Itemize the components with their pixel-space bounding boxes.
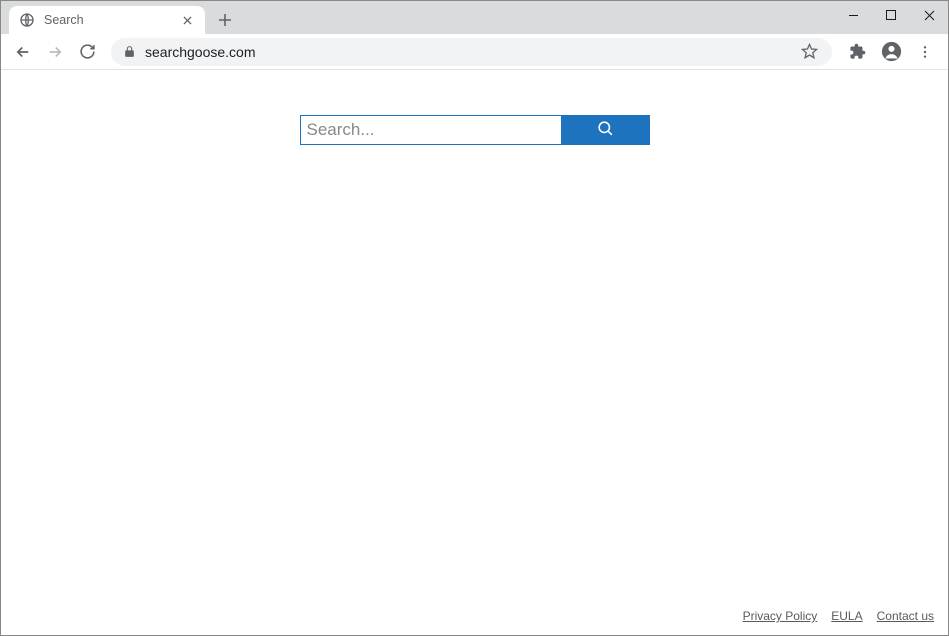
- reload-button[interactable]: [73, 38, 101, 66]
- new-tab-button[interactable]: [211, 6, 239, 34]
- address-bar[interactable]: searchgoose.com: [111, 38, 832, 66]
- window-controls: [834, 1, 948, 29]
- maximize-button[interactable]: [872, 1, 910, 29]
- search-input[interactable]: [300, 115, 562, 145]
- globe-icon: [19, 12, 35, 28]
- url-text: searchgoose.com: [145, 44, 790, 60]
- search-container: [300, 115, 650, 145]
- profile-button[interactable]: [876, 37, 906, 67]
- contact-link[interactable]: Contact us: [877, 609, 934, 623]
- close-window-button[interactable]: [910, 1, 948, 29]
- lock-icon: [123, 45, 137, 59]
- browser-tab[interactable]: Search: [9, 6, 205, 34]
- eula-link[interactable]: EULA: [831, 609, 862, 623]
- minimize-button[interactable]: [834, 1, 872, 29]
- bookmark-star-button[interactable]: [798, 41, 820, 63]
- tab-title: Search: [44, 13, 170, 27]
- back-button[interactable]: [9, 38, 37, 66]
- search-button[interactable]: [562, 115, 650, 145]
- extensions-button[interactable]: [842, 37, 872, 67]
- tab-close-button[interactable]: [179, 12, 195, 28]
- page-content: Privacy Policy EULA Contact us: [1, 70, 948, 635]
- privacy-policy-link[interactable]: Privacy Policy: [743, 609, 818, 623]
- browser-toolbar: searchgoose.com: [1, 34, 948, 70]
- forward-button[interactable]: [41, 38, 69, 66]
- search-icon: [596, 119, 615, 141]
- titlebar: Search: [1, 1, 948, 34]
- menu-button[interactable]: [910, 37, 940, 67]
- footer-links: Privacy Policy EULA Contact us: [743, 609, 934, 623]
